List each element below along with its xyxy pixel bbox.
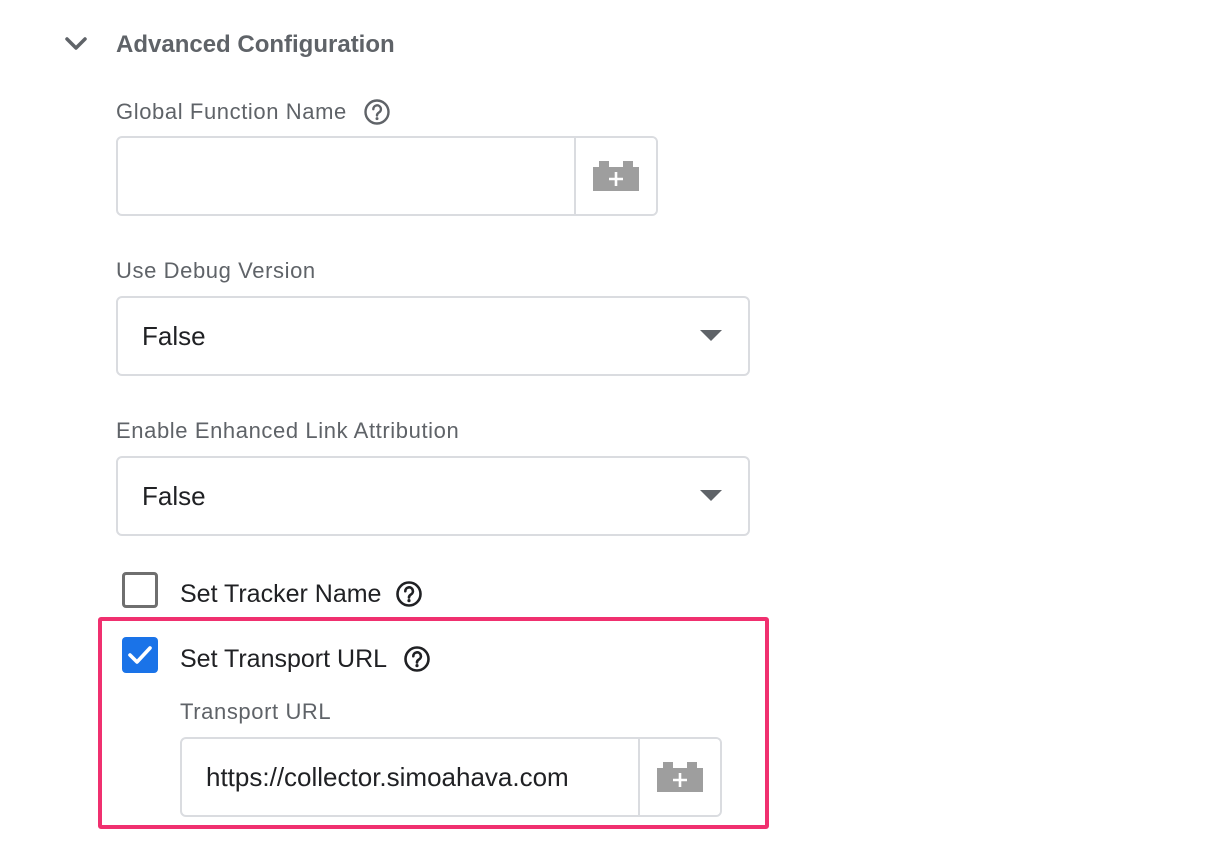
use-debug-version-select[interactable]: False xyxy=(116,296,750,376)
variable-brick-add-icon xyxy=(593,161,639,191)
set-transport-url-label-row: Set Transport URL xyxy=(180,644,431,674)
set-transport-url-label[interactable]: Set Transport URL xyxy=(180,644,387,674)
set-tracker-name-label-row: Set Tracker Name xyxy=(180,579,423,609)
set-tracker-name-checkbox[interactable] xyxy=(122,572,158,608)
help-circle-icon[interactable] xyxy=(363,98,391,126)
transport-url-label: Transport URL xyxy=(180,699,332,724)
insert-variable-button[interactable] xyxy=(638,739,720,815)
checkmark-icon xyxy=(128,646,152,664)
global-function-name-label: Global Function Name xyxy=(116,99,347,124)
transport-url-field xyxy=(180,737,722,817)
insert-variable-button[interactable] xyxy=(574,138,656,214)
use-debug-version-label: Use Debug Version xyxy=(116,258,316,283)
global-function-name-label-row: Global Function Name xyxy=(116,98,391,126)
help-circle-icon[interactable] xyxy=(403,645,431,673)
triangle-down-icon xyxy=(700,490,722,501)
triangle-down-icon xyxy=(700,330,722,341)
global-function-name-field xyxy=(116,136,658,216)
global-function-name-input[interactable] xyxy=(118,138,574,214)
set-tracker-name-label[interactable]: Set Tracker Name xyxy=(180,579,381,609)
section-title: Advanced Configuration xyxy=(116,31,395,58)
enhanced-link-attribution-value: False xyxy=(142,481,206,511)
transport-url-input[interactable] xyxy=(182,739,638,815)
help-circle-icon[interactable] xyxy=(395,580,423,608)
section-collapse-toggle[interactable] xyxy=(60,30,92,58)
set-transport-url-checkbox[interactable] xyxy=(122,637,158,673)
enhanced-link-attribution-label: Enable Enhanced Link Attribution xyxy=(116,418,460,443)
use-debug-version-value: False xyxy=(142,321,206,351)
chevron-down-icon xyxy=(65,37,87,50)
variable-brick-add-icon xyxy=(657,762,703,792)
enhanced-link-attribution-select[interactable]: False xyxy=(116,456,750,536)
